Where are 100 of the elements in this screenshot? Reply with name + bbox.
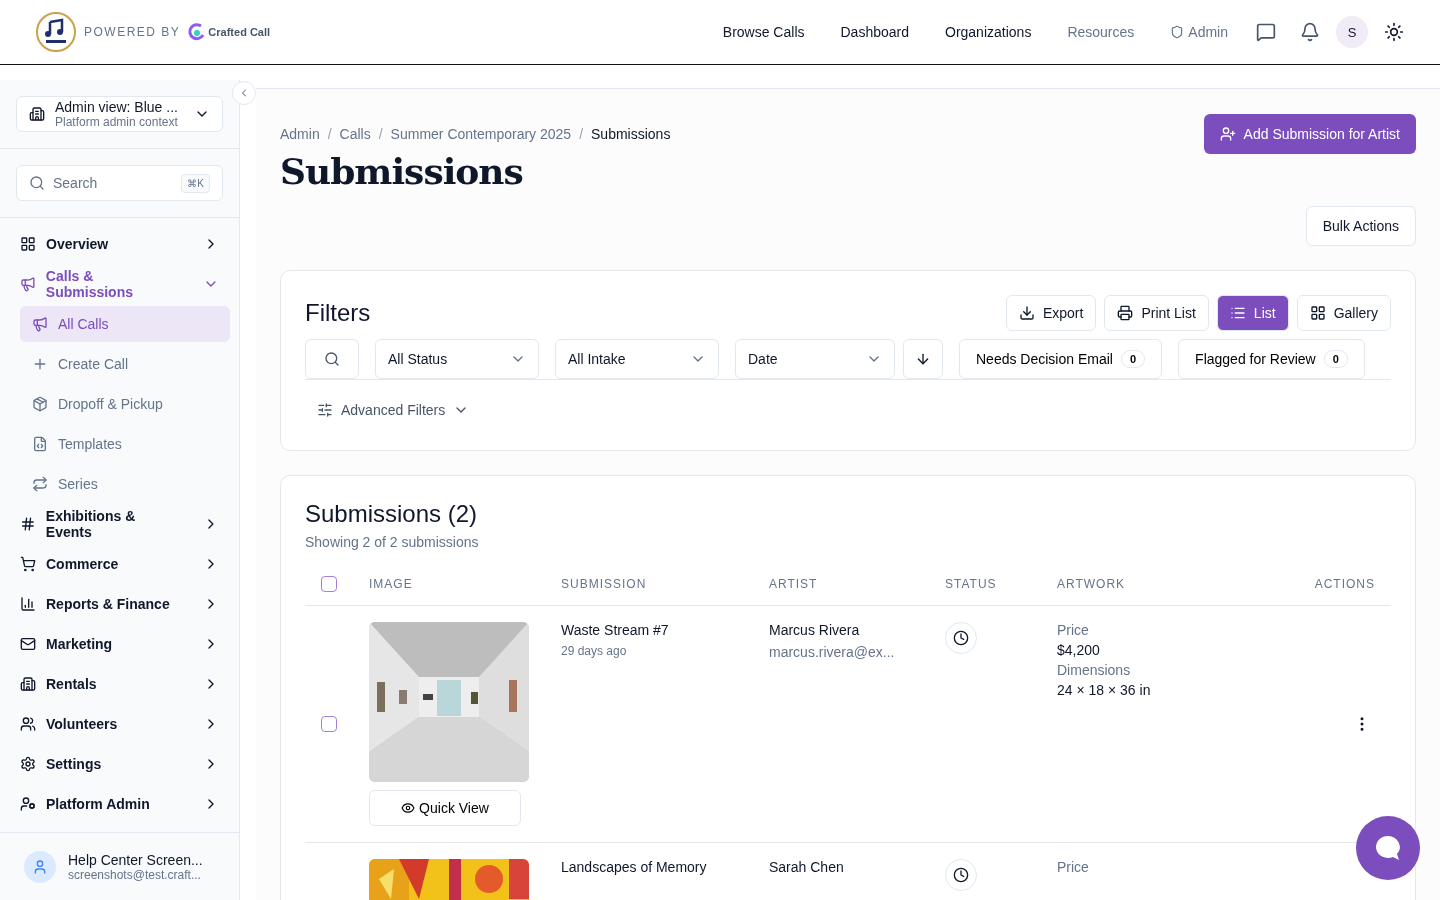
sidebar-item[interactable]: All Calls [20,306,230,342]
users-icon [20,716,36,732]
dimensions-label: Dimensions [1057,662,1131,678]
nav-link[interactable]: Organizations [945,24,1032,40]
filter-select[interactable]: All Status [375,339,539,379]
row-checkbox[interactable] [321,716,337,732]
bulk-actions-button[interactable]: Bulk Actions [1305,206,1416,246]
eye-icon [401,801,416,815]
sidebar-section[interactable]: Commerce [20,544,231,584]
message-icon[interactable] [1256,22,1276,42]
column-header: STATUS [945,562,1057,606]
nav-link[interactable]: Admin [1170,24,1228,40]
filter-select[interactable]: All Intake [555,339,719,379]
shortcut-key: ⌘K [181,173,210,193]
building-icon [29,106,45,122]
chat-icon [1373,833,1403,863]
building-icon [20,676,36,692]
search-field[interactable]: Search ⌘K [16,165,223,201]
megaphone-icon [20,276,36,292]
sort-button[interactable] [903,339,943,379]
artist-name: Sarah Chen [769,859,844,875]
download-icon [1018,305,1035,321]
breadcrumb-link[interactable]: Submissions [591,126,671,142]
toolbar-button[interactable]: List [1216,295,1289,331]
quick-view-button[interactable]: Quick View [369,790,521,826]
submission-title[interactable]: Landscapes of Memory [561,859,707,875]
toolbar-button[interactable]: Gallery [1296,295,1391,331]
list-icon [1229,305,1246,321]
sidebar-item[interactable]: Create Call [20,346,230,382]
context-subtitle: Platform admin context [55,115,179,129]
breadcrumb-link[interactable]: Summer Contemporary 2025 [390,126,572,142]
artist-email: marcus.rivera@ex... [769,644,895,660]
filter-select[interactable]: Date [735,339,895,379]
toolbar-button[interactable]: Print List [1104,295,1209,331]
table-subtitle: Showing 2 of 2 submissions [305,534,480,550]
hash-icon [20,516,36,532]
sidebar-section[interactable]: Exhibitions & Events [20,504,231,544]
user-avatar[interactable] [24,850,56,883]
printer-icon [1117,305,1134,321]
settings-icon [20,756,36,772]
sidebar-item[interactable]: Series [20,466,230,502]
sidebar-section[interactable]: Reports & Finance [20,584,231,624]
sidebar-item[interactable]: Templates [20,426,230,462]
nav-link[interactable]: Dashboard [840,24,909,40]
box-icon [32,396,48,412]
breadcrumb-separator: / [579,126,583,142]
breadcrumb-separator: / [378,126,383,142]
grid-icon [20,236,36,252]
dimensions-value: 24 × 18 × 36 in [1057,682,1151,698]
plus-icon [32,356,48,372]
add-submission-button[interactable]: Add Submission for Artist [1203,114,1416,154]
sidebar-section[interactable]: Calls & Submissions [20,264,231,304]
table-title: Submissions (2) [305,500,479,528]
breadcrumb-separator: / [327,126,332,142]
sidebar-section[interactable]: Settings [20,744,231,784]
nav-link[interactable]: Resources [1067,24,1135,40]
sidebar-section[interactable]: Marketing [20,624,231,664]
sidebar-section[interactable]: Volunteers [20,704,231,744]
column-header: IMAGE [369,562,561,606]
grid-icon [1309,305,1326,321]
powered-by-label: POWERED BY [84,25,181,39]
nav-link[interactable]: Browse Calls [722,24,805,40]
filter-toggle[interactable]: Needs Decision Email 0 [959,339,1163,379]
search-icon [324,351,340,367]
price-label: Price [1057,859,1089,875]
submission-title[interactable]: Waste Stream #7 [561,622,669,638]
column-header: ACTIONS [1311,562,1391,606]
sidebar-item[interactable]: Dropoff & Pickup [20,386,230,422]
breadcrumb-link[interactable]: Admin [280,126,320,142]
arrow-down-icon [915,351,931,367]
bell-icon[interactable] [1300,22,1320,42]
user-avatar[interactable]: S [1336,16,1368,48]
mail-icon [20,636,36,652]
search-icon [29,175,45,191]
column-header: ARTIST [769,562,945,606]
breadcrumb-link[interactable]: Calls [339,126,371,142]
sidebar-section[interactable]: Platform Admin [20,784,231,824]
gallery-logo[interactable] [36,12,76,52]
page-title: Submissions [280,150,524,192]
filter-toggle[interactable]: Flagged for Review 0 [1178,339,1365,379]
partner-logo[interactable]: Crafted Call [186,22,271,42]
toolbar-button[interactable]: Export [1005,295,1097,331]
user-email: screenshots@test.craft... [68,867,202,882]
context-title: Admin view: Blue ... [55,99,179,115]
shield-icon [1170,25,1185,39]
sidebar-section[interactable]: Rentals [20,664,231,704]
file-icon [32,436,48,452]
sidebar-section[interactable]: Overview [20,224,231,264]
context-switcher[interactable]: Admin view: Blue ... Platform admin context [16,96,223,132]
sun-icon[interactable] [1384,22,1404,42]
submission-age: 29 days ago [561,644,627,658]
advanced-filters-button[interactable]: Advanced Filters [305,394,482,426]
select-all-checkbox[interactable] [321,575,337,592]
price-label: Price [1057,622,1089,638]
sliders-icon [317,402,333,418]
search-placeholder: Search [53,175,98,191]
column-header: SUBMISSION [561,562,769,606]
filters-title: Filters [305,299,371,327]
megaphone-icon [32,316,48,332]
cart-icon [20,556,36,572]
